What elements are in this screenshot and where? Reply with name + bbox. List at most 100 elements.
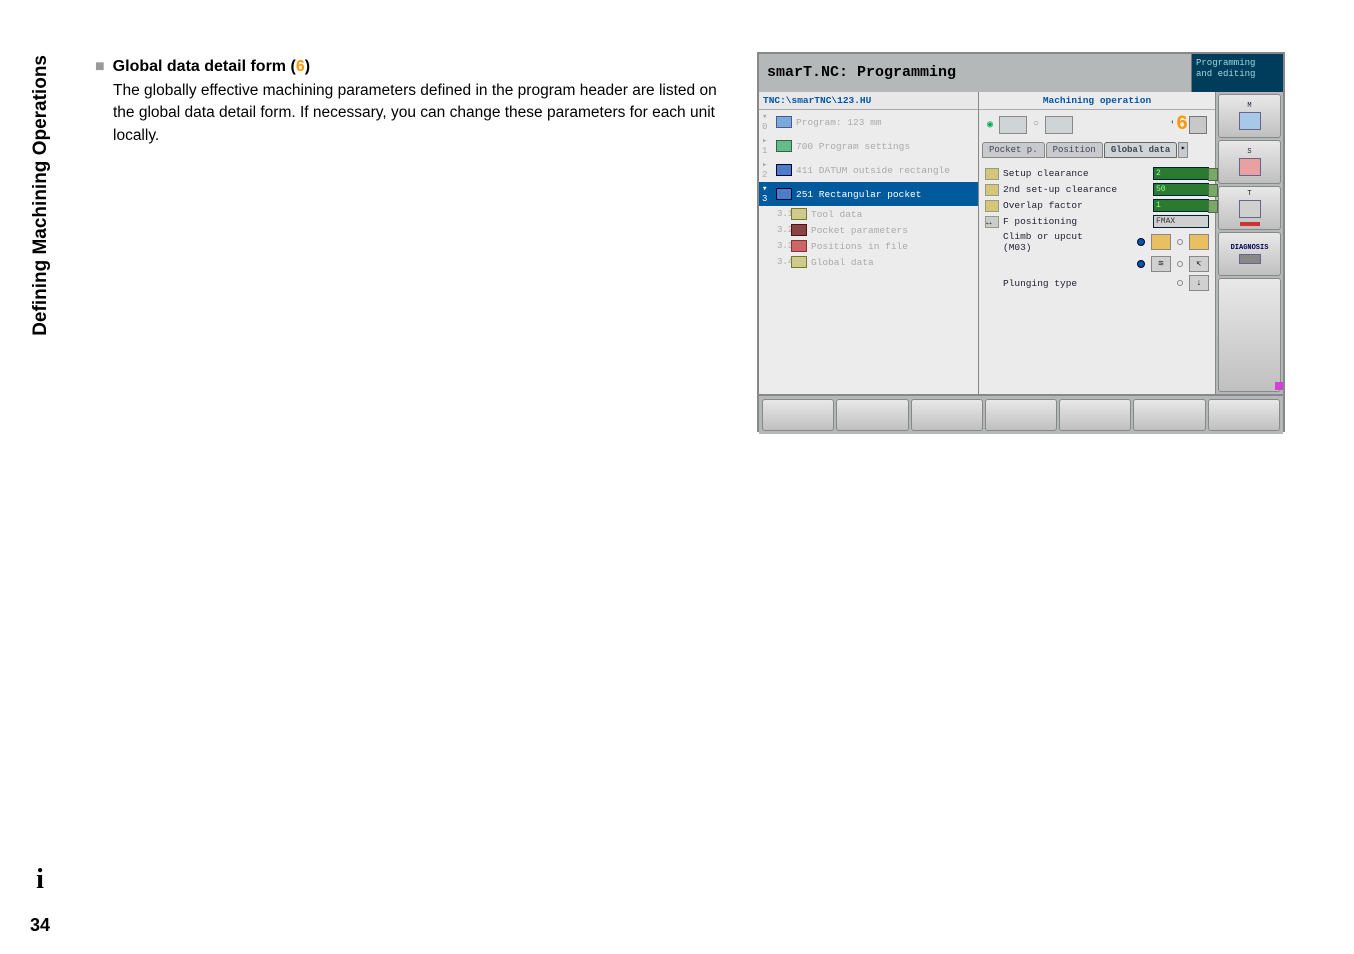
- softkey-m-label: M: [1247, 102, 1251, 110]
- softkey-empty-1[interactable]: [1218, 278, 1281, 392]
- program-tree: TNC:\smarTNC\123.HU ▾ 0 Program: 123 mm …: [759, 92, 979, 394]
- bottom-softkey-3[interactable]: [911, 399, 983, 431]
- heading-number: 6: [296, 58, 305, 75]
- radio-climb-b[interactable]: [1177, 239, 1183, 245]
- screenshot-titlebar: smarT.NC: Programming Programming and ed…: [759, 54, 1283, 92]
- form-title: Machining operation: [979, 92, 1215, 110]
- tab-pocket[interactable]: Pocket p.: [982, 142, 1045, 158]
- tab-global-data[interactable]: Global data: [1104, 142, 1177, 158]
- field-second[interactable]: 50: [1153, 183, 1209, 196]
- softkey-s[interactable]: S: [1218, 140, 1281, 184]
- mode-indicator: Programming and editing: [1191, 54, 1283, 92]
- tree-idx-32: 3.2: [777, 225, 787, 235]
- tree-label-32: Pocket parameters: [811, 225, 908, 236]
- tree-label-34: Global data: [811, 257, 874, 268]
- tree-idx-31: 3.1: [777, 209, 787, 219]
- corner-accent: [1275, 382, 1283, 390]
- positions-icon: [791, 240, 807, 252]
- tree-row-31[interactable]: 3.1 Tool data: [759, 206, 978, 222]
- mode-line1: Programming: [1196, 58, 1279, 69]
- label-plunge: Plunging type: [1003, 278, 1155, 289]
- bottom-softkey-2[interactable]: [836, 399, 908, 431]
- tree-row-0[interactable]: ▾ 0 Program: 123 mm: [759, 110, 978, 134]
- plunge-icon-b: ↸: [1189, 256, 1209, 272]
- row-overlap: Overlap factor 1: [985, 199, 1209, 212]
- row-plunge-icons: ≋ ↸: [985, 256, 1209, 272]
- tree-row-2[interactable]: ▸ 2 411 DATUM outside rectangle: [759, 158, 978, 182]
- softkey-t-icon: [1239, 200, 1261, 218]
- radio-plunge-c[interactable]: [1177, 280, 1183, 286]
- tree-arrow-3: ▾ 3: [762, 184, 772, 204]
- heading-row: ■ Global data detail form (6): [95, 58, 735, 76]
- fpos-icon: ↔: [985, 216, 999, 228]
- softkey-diagnosis[interactable]: DIAGNOSIS: [1218, 232, 1281, 276]
- field-setup[interactable]: 2: [1153, 167, 1209, 180]
- tab-position[interactable]: Position: [1046, 142, 1103, 158]
- bottom-softkey-1[interactable]: [762, 399, 834, 431]
- tree-row-33[interactable]: 3.3 Positions in file: [759, 238, 978, 254]
- info-icon: i: [26, 864, 54, 892]
- bottom-softkey-7[interactable]: [1208, 399, 1280, 431]
- tree-idx-33: 3.3: [777, 241, 787, 251]
- row-setup-clearance: Setup clearance 2: [985, 167, 1209, 180]
- radio-plunge-a[interactable]: [1137, 260, 1145, 268]
- bottom-softkey-5[interactable]: [1059, 399, 1131, 431]
- radio-plunge-b[interactable]: [1177, 261, 1183, 267]
- body-paragraph: The globally effective machining paramet…: [113, 80, 735, 147]
- cnc-screenshot: smarT.NC: Programming Programming and ed…: [757, 52, 1285, 432]
- tree-row-32[interactable]: 3.2 Pocket parameters: [759, 222, 978, 238]
- row-fpos: ↔ F positioning FMAX: [985, 215, 1209, 228]
- softkey-s-label: S: [1247, 148, 1251, 156]
- radio-on-icon: ◉: [987, 119, 993, 131]
- sidebar-section-title: Defining Machining Operations: [30, 55, 52, 336]
- heading-text: Global data detail form: [113, 58, 286, 75]
- field-overlap[interactable]: 1: [1153, 199, 1209, 212]
- op-icon-2[interactable]: [1045, 116, 1073, 134]
- tree-row-34[interactable]: 3.4 Global data: [759, 254, 978, 270]
- plunge-radio-group-2[interactable]: ↓: [1177, 275, 1209, 291]
- screenshot-title: smarT.NC: Programming: [759, 54, 1191, 92]
- screenshot-body: TNC:\smarTNC\123.HU ▾ 0 Program: 123 mm …: [759, 92, 1283, 394]
- op-icon-1[interactable]: [999, 116, 1027, 134]
- program-icon: [776, 116, 792, 128]
- radio-climb-a[interactable]: [1137, 238, 1145, 246]
- pocket-params-icon: [791, 224, 807, 236]
- softkey-t[interactable]: T: [1218, 186, 1281, 230]
- tree-arrow-1: ▸ 1: [762, 136, 772, 156]
- paren-close: ): [305, 58, 310, 75]
- tool-data-icon: [791, 208, 807, 220]
- tree-row-3-selected[interactable]: ▾ 3 251 Rectangular pocket: [759, 182, 978, 206]
- label-climb: Climb or upcut (M03): [1003, 231, 1115, 253]
- bottom-softkey-row: [759, 394, 1283, 434]
- softkey-diag-icon: [1239, 254, 1261, 264]
- field-fpos[interactable]: FMAX: [1153, 215, 1209, 228]
- tree-label-31: Tool data: [811, 209, 862, 220]
- tree-label-1: 700 Program settings: [796, 141, 910, 152]
- softkey-t-label: T: [1247, 190, 1251, 198]
- climb-radio-group[interactable]: [1137, 234, 1209, 250]
- tree-arrow-0: ▾ 0: [762, 112, 772, 132]
- label-setup: Setup clearance: [1003, 168, 1149, 179]
- tree-label-33: Positions in file: [811, 241, 908, 252]
- bottom-softkey-6[interactable]: [1133, 399, 1205, 431]
- op-icon-3[interactable]: [1189, 116, 1207, 134]
- form-panel: Machining operation ◉ ○ ' 6 Pocket p. Po…: [979, 92, 1215, 394]
- label-fpos: F positioning: [1003, 216, 1149, 227]
- row-second-clearance: 2nd set-up clearance 50: [985, 183, 1209, 196]
- tab-scroll-right-icon[interactable]: ▸: [1178, 142, 1188, 158]
- softkey-m[interactable]: M: [1218, 94, 1281, 138]
- settings-icon: [776, 140, 792, 152]
- main-content: ■ Global data detail form (6) The global…: [95, 58, 735, 147]
- second-clearance-icon: [985, 184, 999, 196]
- label-second: 2nd set-up clearance: [1003, 184, 1149, 195]
- bottom-softkey-4[interactable]: [985, 399, 1057, 431]
- tree-idx-34: 3.4: [777, 257, 787, 267]
- softkey-column: M S T DIAGNOSIS: [1215, 92, 1283, 394]
- plunge-radio-group[interactable]: ≋ ↸: [1137, 256, 1209, 272]
- file-path: TNC:\smarTNC\123.HU: [759, 92, 978, 110]
- big-6-indicator: ' 6: [1170, 113, 1207, 136]
- tree-row-1[interactable]: ▸ 1 700 Program settings: [759, 134, 978, 158]
- climb-icon-b: [1189, 234, 1209, 250]
- datum-icon: [776, 164, 792, 176]
- tree-arrow-2: ▸ 2: [762, 160, 772, 180]
